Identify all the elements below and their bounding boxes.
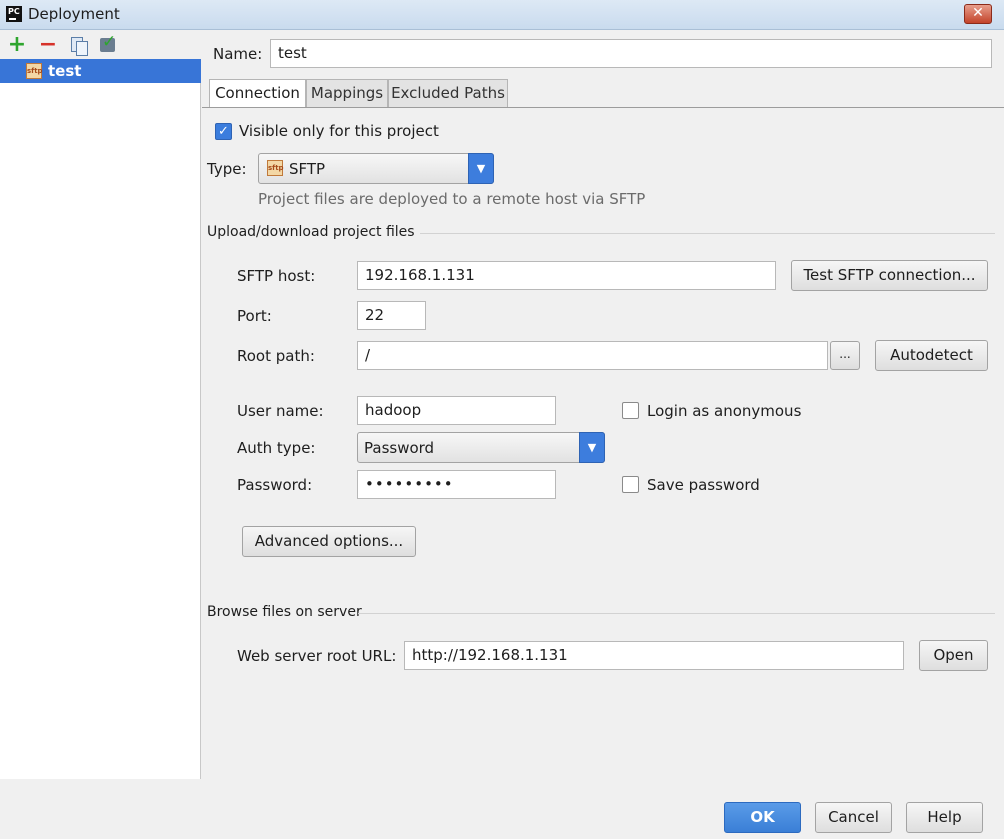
open-button[interactable]: Open — [919, 640, 988, 671]
auth-type-select-value: Password — [364, 439, 435, 457]
remove-icon[interactable]: − — [38, 34, 58, 56]
pycharm-app-icon: PC — [6, 6, 22, 22]
web-root-url-input[interactable]: http://192.168.1.131 — [404, 641, 904, 670]
visible-only-label: Visible only for this project — [239, 122, 439, 140]
root-path-label: Root path: — [237, 347, 315, 365]
tab-mappings[interactable]: Mappings — [306, 79, 388, 107]
browse-section-title: Browse files on server — [207, 604, 362, 620]
upload-section-divider — [420, 233, 995, 234]
title-bar: PC Deployment ✕ — [0, 0, 1004, 30]
port-input[interactable]: 22 — [357, 301, 426, 330]
login-anonymous-label: Login as anonymous — [647, 402, 802, 420]
password-label: Password: — [237, 476, 313, 494]
root-path-input[interactable]: / — [357, 341, 828, 370]
window-title: Deployment — [28, 5, 120, 23]
tab-connection[interactable]: Connection — [209, 79, 306, 108]
browse-root-path-button[interactable]: ... — [830, 341, 860, 370]
tab-excluded-paths[interactable]: Excluded Paths — [388, 79, 508, 107]
server-list-item-label: test — [48, 62, 82, 80]
set-default-icon[interactable] — [98, 32, 118, 55]
name-label: Name: — [213, 45, 263, 63]
name-input[interactable]: test — [270, 39, 992, 68]
server-list-item[interactable]: sftp test — [0, 59, 201, 83]
copy-icon[interactable] — [68, 35, 88, 56]
cancel-button[interactable]: Cancel — [815, 802, 892, 833]
port-label: Port: — [237, 307, 272, 325]
autodetect-button[interactable]: Autodetect — [875, 340, 988, 371]
auth-type-label: Auth type: — [237, 439, 316, 457]
upload-section-title: Upload/download project files — [207, 224, 415, 240]
user-name-input[interactable]: hadoop — [357, 396, 556, 425]
type-select[interactable]: sftp SFTP ▼ — [258, 153, 494, 184]
visible-only-checkbox[interactable]: ✓ — [215, 123, 232, 140]
sftp-type-icon: sftp — [267, 160, 284, 176]
server-list-toolbar: + − — [0, 31, 201, 59]
auth-type-select[interactable]: Password ▼ — [357, 432, 605, 463]
tab-divider — [202, 107, 1004, 108]
sftp-host-input[interactable]: 192.168.1.131 — [357, 261, 776, 290]
server-list-pane: + − sftp test — [0, 31, 201, 779]
advanced-options-button[interactable]: Advanced options... — [242, 526, 416, 557]
sftp-server-icon: sftp — [26, 63, 43, 79]
test-connection-button[interactable]: Test SFTP connection... — [791, 260, 988, 291]
password-input[interactable]: ••••••••• — [357, 470, 556, 499]
login-anonymous-checkbox[interactable] — [622, 402, 639, 419]
chevron-down-icon: ▼ — [579, 432, 605, 463]
help-button[interactable]: Help — [906, 802, 983, 833]
save-password-checkbox[interactable] — [622, 476, 639, 493]
chevron-down-icon: ▼ — [468, 153, 494, 184]
ok-button[interactable]: OK — [724, 802, 801, 833]
sftp-host-label: SFTP host: — [237, 267, 316, 285]
save-password-label: Save password — [647, 476, 760, 494]
web-root-url-label: Web server root URL: — [237, 647, 397, 665]
browse-section-divider — [358, 613, 995, 614]
user-name-label: User name: — [237, 402, 324, 420]
add-icon[interactable]: + — [7, 34, 27, 56]
type-select-value: SFTP — [289, 160, 326, 178]
type-label: Type: — [207, 160, 247, 178]
type-hint: Project files are deployed to a remote h… — [258, 190, 646, 208]
close-window-button[interactable]: ✕ — [964, 4, 992, 24]
